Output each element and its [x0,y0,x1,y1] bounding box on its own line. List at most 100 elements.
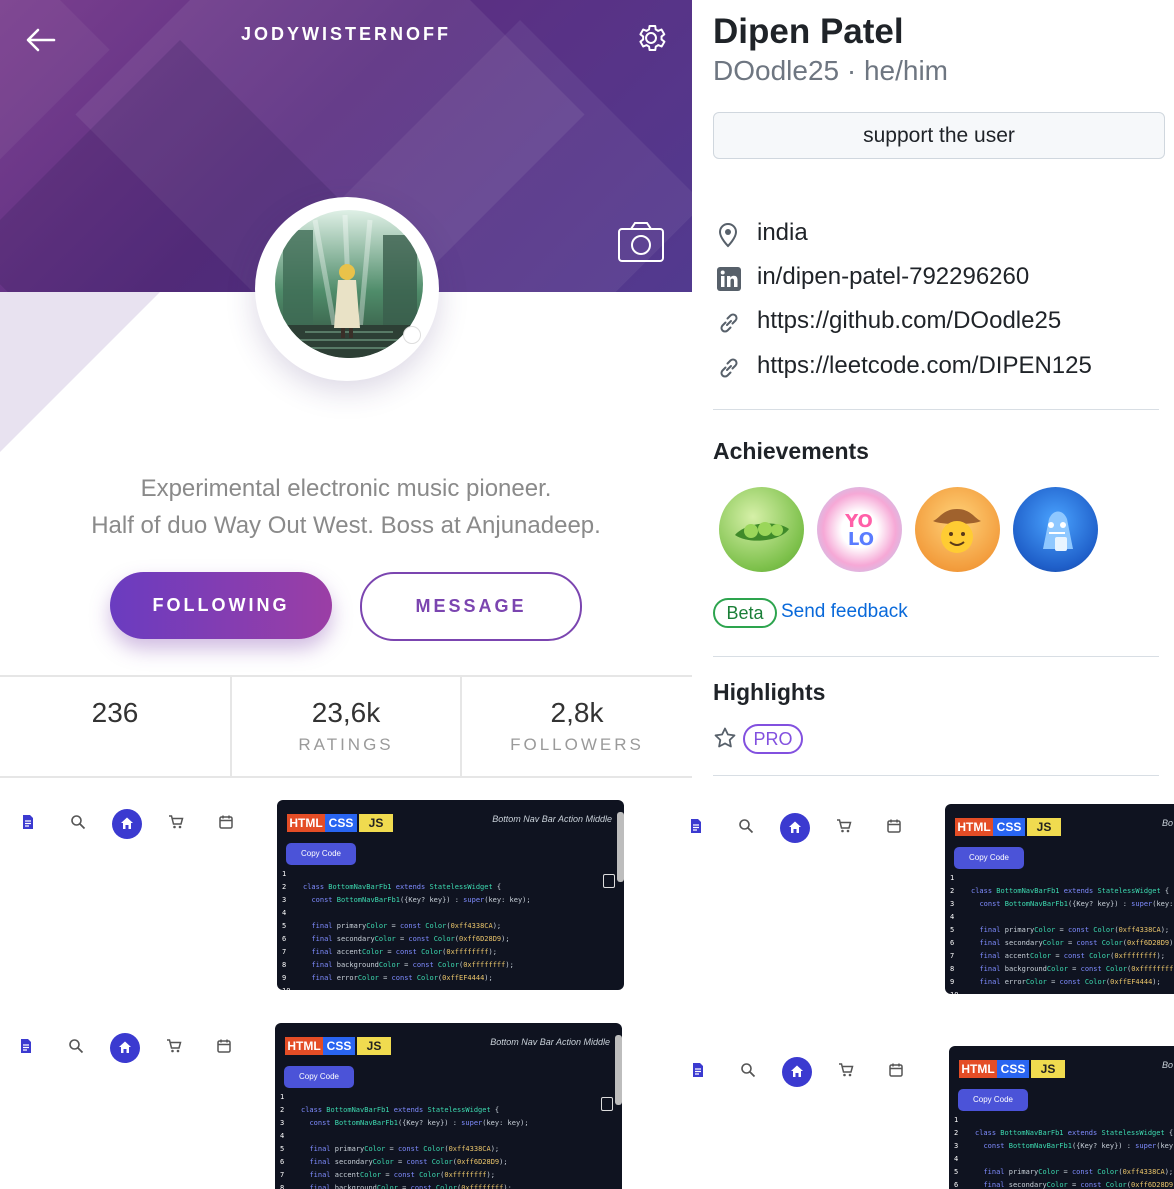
cart-icon[interactable] [166,1038,190,1062]
cart-icon[interactable] [836,818,860,842]
line-number: 9 [282,974,287,982]
cart-icon[interactable] [168,814,192,838]
document-icon[interactable] [690,1062,714,1086]
home-button[interactable] [782,1057,812,1087]
code-line: final primaryColor = const Color(0xff433… [983,1168,1174,1176]
calendar-icon[interactable] [216,1038,240,1062]
following-button[interactable]: FOLLOWING [110,572,332,639]
clipboard-icon[interactable] [603,874,615,888]
achievement-pea-pod-badge[interactable] [719,487,804,572]
tab-js[interactable]: JS [1027,818,1061,836]
home-icon [119,815,135,835]
search-icon[interactable] [68,1038,92,1062]
cart-icon[interactable] [838,1062,862,1086]
link-icon [720,358,738,378]
avatar-image [275,210,423,358]
code-line: const BottomNavBarFb1({Key? key}) : supe… [309,1119,529,1127]
change-cover-button[interactable] [617,220,665,264]
tab-html[interactable]: HTML [285,1037,323,1055]
code-line: final errorColor = const Color(0xffEF444… [979,978,1161,986]
github-login: DOodle25 · he/him [713,55,949,86]
send-feedback-link[interactable]: Send feedback [781,598,908,626]
tab-css[interactable]: CSS [993,818,1025,836]
line-number: 1 [954,1116,959,1124]
profile-stats: 236 23,6k RATINGS 2,8k FOLLOWERS [0,675,692,778]
search-icon[interactable] [70,814,94,838]
tab-html[interactable]: HTML [959,1060,997,1078]
linkedin-link[interactable]: in/dipen-patel-792296260 [757,260,1029,294]
snippet-title: Bottom Nav Bar Action Middle [490,1037,610,1047]
code-snippet-card: HTML CSS JS Bo Copy Code 1 2 class BottomNavBar… [668,1038,1174,1189]
code-line: const BottomNavBarFb1({Key? key}) : supe… [979,900,1174,908]
bio-line-1: Experimental electronic music pioneer. [140,475,552,502]
code-line: const BottomNavBarFb1({Key? key}) : supe… [983,1142,1174,1150]
avatar-status-dot [403,326,421,344]
code-line: final primaryColor = const Color(0xff433… [309,1145,500,1153]
achievement-shark-badge[interactable] [1013,487,1098,572]
code-line: final secondaryColor = const Color(0xff6… [311,935,510,943]
copy-code-button[interactable]: Copy Code [954,847,1024,869]
achievement-yolo-badge[interactable]: YO LO [817,487,902,572]
avatar[interactable] [275,210,423,358]
home-button[interactable] [112,809,142,839]
line-number: 6 [954,1181,959,1189]
stat-posts[interactable]: 236 [0,677,232,776]
line-number: 4 [950,913,955,921]
stat-ratings[interactable]: 23,6k RATINGS [232,677,462,776]
leetcode-url-link[interactable]: https://leetcode.com/DIPEN125 [757,349,1092,383]
copy-code-button[interactable]: Copy Code [958,1089,1028,1111]
tab-js[interactable]: JS [357,1037,391,1055]
tab-html[interactable]: HTML [287,814,325,832]
tab-css[interactable]: CSS [325,814,357,832]
profile-username: JODYWISTERNOFF [240,24,451,44]
divider [713,409,1159,410]
copy-code-button[interactable]: Copy Code [284,1066,354,1088]
settings-button[interactable] [634,21,668,55]
line-number: 4 [280,1132,285,1140]
highlights-heading: Highlights [713,679,826,705]
code-line: final backgroundColor = const Color(0xff… [309,1184,512,1189]
stat-followers[interactable]: 2,8k FOLLOWERS [462,677,692,776]
achievement-cowboy-badge[interactable] [915,487,1000,572]
search-icon[interactable] [740,1062,764,1086]
code-line: class BottomNavBarFb1 extends StatelessW… [301,1106,500,1114]
tab-css[interactable]: CSS [323,1037,355,1055]
copy-code-button[interactable]: Copy Code [286,843,356,865]
document-icon[interactable] [688,818,712,842]
clipboard-icon[interactable] [601,1097,613,1111]
code-snippet-card: HTML CSS JS Bo Copy Code 1 2 class BottomNavBar… [668,794,1174,1008]
link-icon [720,313,738,333]
snippet-title: Bo [1162,818,1174,828]
code-line: final secondaryColor = const Color(0xff6… [309,1158,508,1166]
stat-label: FOLLOWERS [510,735,644,754]
line-number: 6 [282,935,287,943]
document-icon[interactable] [20,814,44,838]
line-number: 8 [950,965,955,973]
line-number: 3 [950,900,955,908]
scrollbar[interactable] [615,1035,622,1105]
support-button[interactable]: support the user [713,112,1165,159]
home-button[interactable] [110,1033,140,1063]
tab-js[interactable]: JS [359,814,393,832]
document-icon[interactable] [18,1038,42,1062]
line-number: 5 [950,926,955,934]
code-snippet-grid: HTML CSS JS Bottom Nav Bar Action Middle Cop… [0,780,1174,1189]
camera-icon [618,222,664,262]
scrollbar[interactable] [617,812,624,882]
code-line: const BottomNavBarFb1({Key? key}) : supe… [311,896,531,904]
line-number: 3 [282,896,287,904]
home-icon [117,1039,133,1059]
tab-html[interactable]: HTML [955,818,993,836]
tab-css[interactable]: CSS [997,1060,1029,1078]
calendar-icon[interactable] [888,1062,912,1086]
home-button[interactable] [780,813,810,843]
calendar-icon[interactable] [886,818,910,842]
line-number: 2 [950,887,955,895]
tab-js[interactable]: JS [1031,1060,1065,1078]
snippet-title: Bottom Nav Bar Action Middle [492,814,612,824]
line-number: 6 [280,1158,285,1166]
github-url-link[interactable]: https://github.com/DOodle25 [757,304,1061,338]
calendar-icon[interactable] [218,814,242,838]
message-button[interactable]: MESSAGE [360,572,582,641]
search-icon[interactable] [738,818,762,842]
